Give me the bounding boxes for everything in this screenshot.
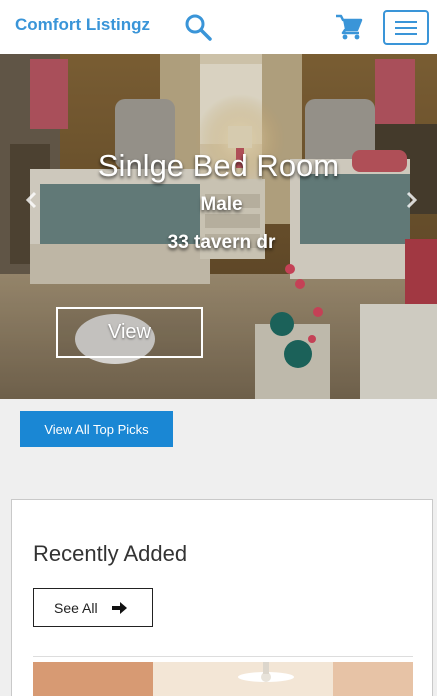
recent-listing-thumbnail[interactable] xyxy=(33,662,413,696)
arrow-right-icon xyxy=(111,601,127,614)
cart-button[interactable] xyxy=(334,12,364,42)
see-all-button[interactable]: See All xyxy=(33,588,153,627)
search-icon xyxy=(185,14,212,41)
hero-listing-address: 33 tavern dr xyxy=(167,232,276,253)
hero-listing-gender: Male xyxy=(200,194,243,215)
view-all-top-picks-button[interactable]: View All Top Picks xyxy=(20,411,173,447)
recently-added-title: Recently Added xyxy=(33,541,188,566)
brand-logo[interactable]: Comfort Listingz xyxy=(15,15,150,35)
see-all-label: See All xyxy=(54,599,98,616)
hero-view-button[interactable]: View xyxy=(56,307,203,358)
divider xyxy=(33,656,413,657)
carousel-prev-button[interactable] xyxy=(22,190,42,210)
recently-added-section: Recently Added See All xyxy=(11,499,433,696)
recent-listing-photo xyxy=(33,662,413,696)
navbar: Comfort Listingz xyxy=(0,0,437,54)
chevron-left-icon xyxy=(25,191,37,209)
search-button[interactable] xyxy=(183,12,213,42)
chevron-right-icon xyxy=(406,191,418,209)
menu-toggle-button[interactable] xyxy=(383,10,429,45)
hero-listing-title: Sinlge Bed Room xyxy=(97,148,340,183)
cart-icon xyxy=(336,14,363,40)
carousel-next-button[interactable] xyxy=(401,190,421,210)
hero-carousel: Sinlge Bed Room Male 33 tavern dr View xyxy=(0,54,437,399)
